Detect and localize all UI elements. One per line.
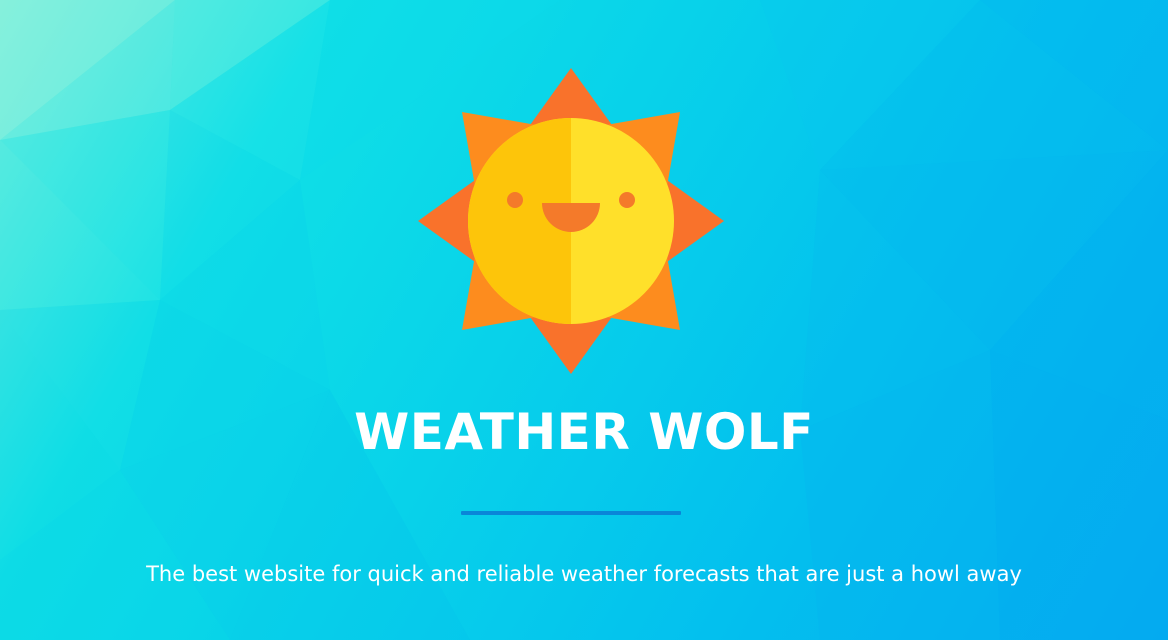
title-divider xyxy=(461,511,681,515)
site-tagline: The best website for quick and reliable … xyxy=(146,562,1022,586)
site-title: WEATHER WOLF xyxy=(354,403,814,461)
smiling-sun-icon xyxy=(418,68,724,374)
hero-section: WEATHER WOLF The best website for quick … xyxy=(0,0,1168,640)
right-eye xyxy=(619,192,635,208)
left-eye xyxy=(507,192,523,208)
